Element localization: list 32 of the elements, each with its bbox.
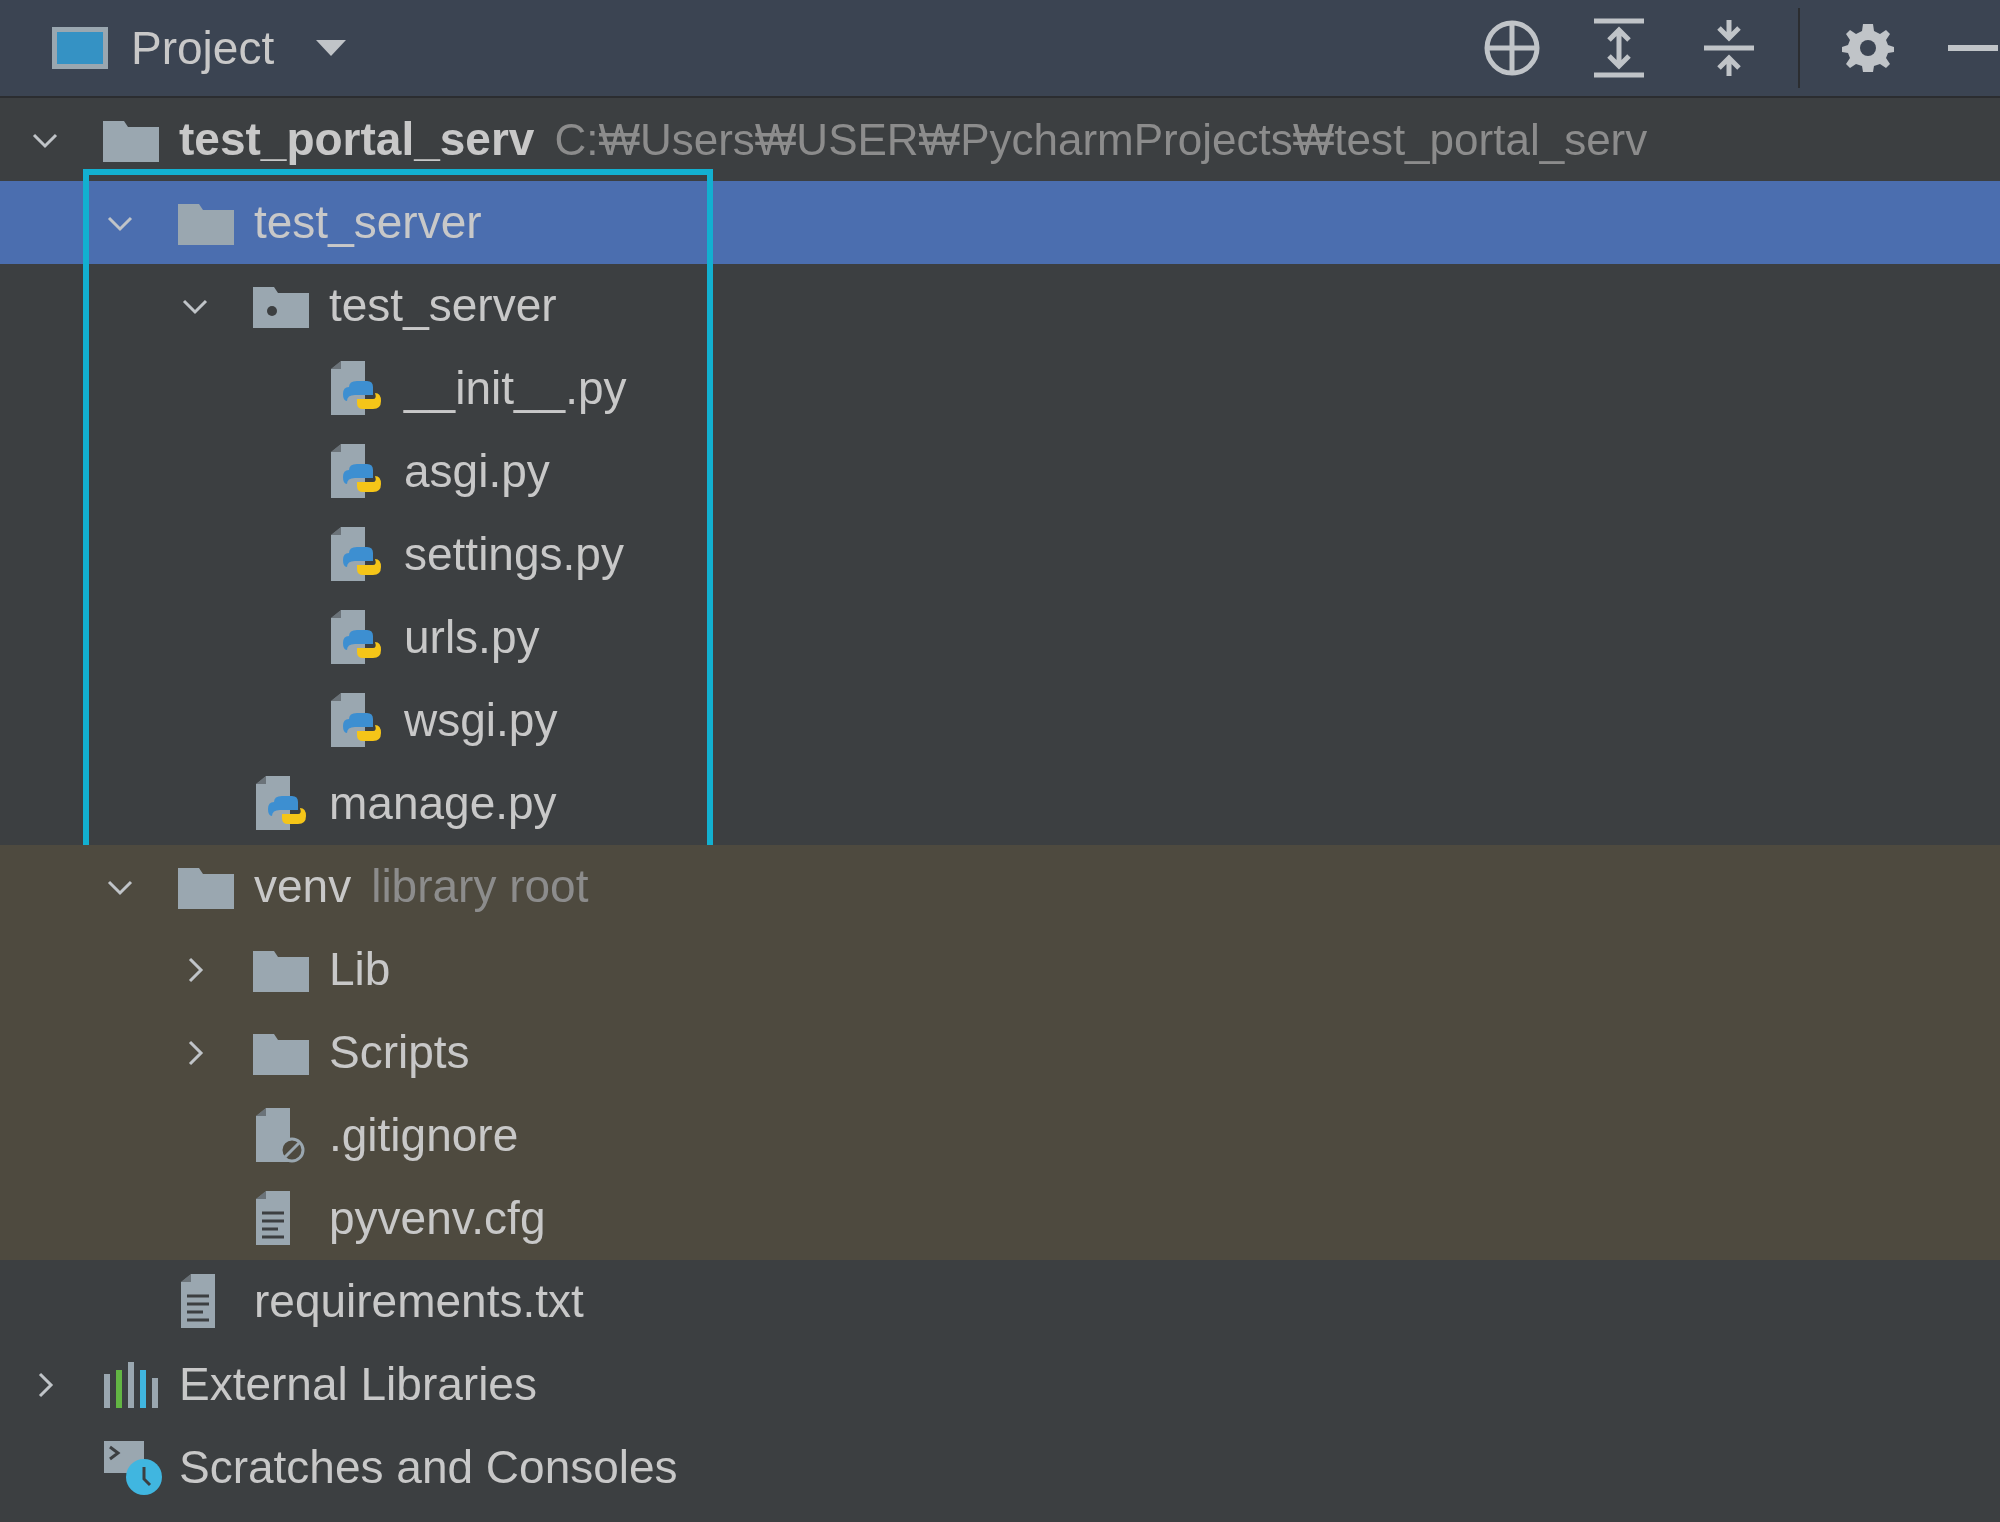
item-name: requirements.txt [254, 1274, 584, 1329]
tree-row[interactable]: .gitignore [0, 1094, 2000, 1177]
monitor-icon [51, 26, 109, 70]
item-name: test_server [329, 278, 557, 333]
tree-row[interactable]: Scripts [0, 1011, 2000, 1094]
locate-icon[interactable] [1482, 18, 1542, 78]
tree-row[interactable]: pyvenv.cfg [0, 1177, 2000, 1260]
item-name: pyvenv.cfg [329, 1191, 546, 1246]
item-name: .gitignore [329, 1108, 519, 1163]
tree-row[interactable]: venv library root [0, 845, 2000, 928]
item-name: test_portal_serv [179, 112, 535, 167]
view-selector[interactable]: Project [131, 13, 349, 83]
item-name: settings.py [404, 527, 624, 582]
item-name: Scratches and Consoles [179, 1440, 678, 1495]
item-name: External Libraries [179, 1357, 537, 1412]
item-name: Scripts [329, 1025, 470, 1080]
item-name: manage.py [329, 776, 557, 831]
expand-all-icon[interactable] [1592, 18, 1646, 78]
dropdown-icon [314, 38, 349, 58]
library-root-note: library root [371, 859, 589, 914]
collapse-all-icon[interactable] [1702, 18, 1756, 78]
project-path: C:₩Users₩USER₩PycharmProjects₩test_portal_serv [554, 113, 1648, 166]
tree-row[interactable]: Lib [0, 928, 2000, 1011]
item-name: test_server [254, 195, 482, 250]
item-name: Lib [329, 942, 391, 997]
item-name: wsgi.py [404, 693, 558, 748]
libraries-icon [102, 1359, 160, 1410]
item-name: urls.py [404, 610, 540, 665]
scratches-icon [102, 1438, 164, 1497]
item-name: venv [254, 859, 352, 914]
item-name: asgi.py [404, 444, 550, 499]
item-name: __init__.py [404, 361, 627, 416]
